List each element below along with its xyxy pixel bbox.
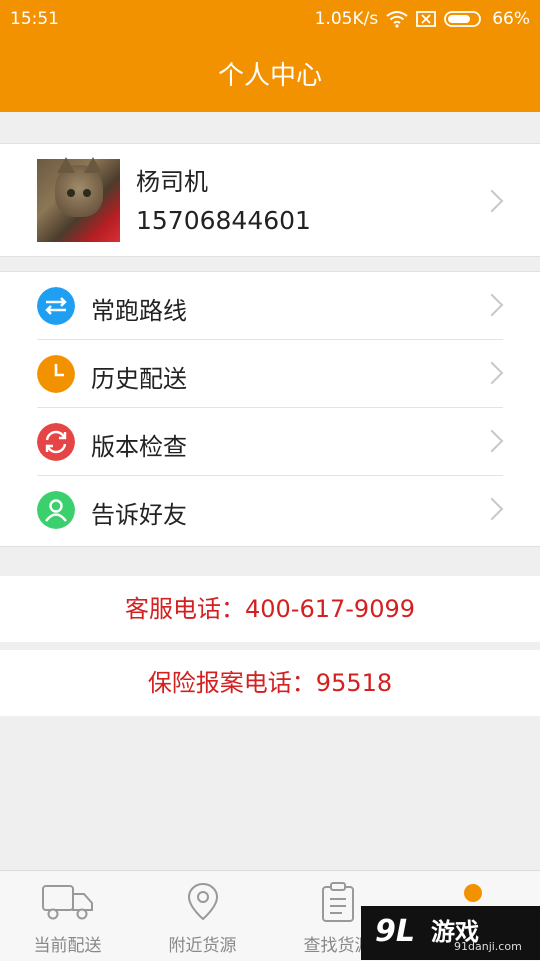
- chevron-right-icon: [480, 497, 504, 521]
- swap-arrows-icon: [37, 287, 75, 325]
- tab-nearby-cargo[interactable]: 附近货源: [135, 871, 270, 961]
- tab-label: 附近货源: [168, 936, 237, 956]
- truck-icon: [41, 885, 93, 920]
- app-bar: 个人中心: [0, 40, 540, 112]
- battery-icon: [444, 11, 482, 27]
- refresh-icon: [37, 423, 75, 461]
- chevron-right-icon: [480, 293, 504, 317]
- status-bar: 15:51 1.05K/s 66%: [0, 0, 540, 40]
- insurance-phone-text: 保险报案电话：95518: [147, 669, 393, 697]
- wifi-icon: [386, 11, 408, 28]
- menu-item-label: 版本检查: [91, 433, 187, 461]
- menu-item-share[interactable]: 告诉好友: [0, 476, 540, 544]
- location-pin-icon: [187, 882, 218, 921]
- cat-photo: [55, 157, 103, 217]
- service-phone-text: 客服电话：400-617-9099: [124, 595, 415, 623]
- menu-item-label: 告诉好友: [91, 501, 187, 529]
- menu-list: 常跑路线 历史配送 版本检查 告诉好友: [0, 271, 540, 547]
- clock-icon: [37, 355, 75, 393]
- person-icon: [37, 491, 75, 529]
- watermark-site: 91danji.com: [454, 940, 522, 953]
- avatar: [37, 157, 120, 242]
- watermark: 9L 游戏 91danji.com: [361, 906, 540, 960]
- menu-item-routes[interactable]: 常跑路线: [0, 272, 540, 340]
- chevron-right-icon: [480, 429, 504, 453]
- insurance-phone[interactable]: 保险报案电话：95518: [0, 650, 540, 716]
- service-phone[interactable]: 客服电话：400-617-9099: [0, 576, 540, 642]
- menu-item-history[interactable]: 历史配送: [0, 340, 540, 408]
- tab-current-delivery[interactable]: 当前配送: [0, 871, 135, 961]
- menu-item-label: 历史配送: [91, 365, 187, 393]
- sim-disabled-icon: [416, 11, 437, 27]
- tab-label: 当前配送: [33, 936, 102, 956]
- status-right: 1.05K/s 66%: [315, 9, 530, 29]
- chevron-right-icon: [480, 189, 504, 213]
- menu-item-version[interactable]: 版本检查: [0, 408, 540, 476]
- watermark-logo: 9L: [375, 914, 415, 949]
- profile-card[interactable]: 杨司机 15706844601: [0, 143, 540, 257]
- page-title: 个人中心: [217, 61, 322, 91]
- profile-phone: 15706844601: [136, 206, 311, 235]
- chevron-right-icon: [480, 361, 504, 385]
- status-time: 15:51: [10, 9, 59, 29]
- menu-item-label: 常跑路线: [91, 297, 187, 325]
- network-speed: 1.05K/s: [314, 9, 379, 29]
- clipboard-icon: [321, 882, 354, 922]
- battery-level: 66%: [492, 9, 530, 29]
- profile-name: 杨司机: [136, 168, 208, 196]
